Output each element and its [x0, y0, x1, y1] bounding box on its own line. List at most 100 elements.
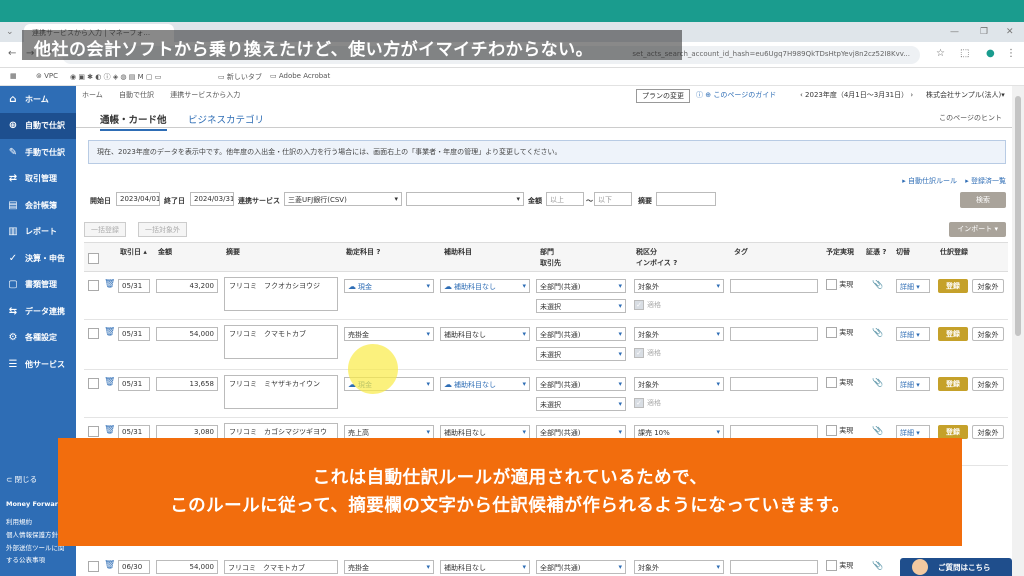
exclude-button[interactable]: 対象外 — [972, 327, 1004, 341]
auto-rule-link[interactable]: ▸ 自動仕訳ルール — [902, 177, 957, 185]
paperclip-icon[interactable]: 📎 — [872, 280, 883, 290]
select-all-checkbox[interactable] — [88, 253, 99, 264]
menu-icon[interactable]: ⋮ — [1006, 48, 1016, 59]
registered-list-link[interactable]: ▸ 登録済一覧 — [965, 177, 1006, 185]
tab-business-category[interactable]: ビジネスカテゴリ — [188, 112, 264, 126]
amount-input[interactable]: 3,080 — [156, 425, 218, 439]
sub-account-select[interactable]: 補助科目なし — [440, 425, 530, 439]
company-selector[interactable]: 株式会社サンプル(法人)▾ — [926, 90, 1005, 100]
detail-button[interactable]: 詳細 ▾ — [896, 279, 930, 293]
help-chat-button[interactable]: ご質問はこちら — [900, 558, 1012, 576]
back-icon[interactable]: ← — [8, 48, 16, 59]
detail-button[interactable]: 詳細 ▾ — [896, 425, 930, 439]
sidebar-item-settings[interactable]: ⚙ 各種設定 — [0, 325, 76, 352]
row-checkbox[interactable] — [88, 426, 99, 437]
amount-input[interactable]: 43,200 — [156, 279, 218, 293]
amount-min-input[interactable]: 以上 — [546, 192, 584, 206]
tab-passbook-card[interactable]: 通帳・カード他 — [100, 112, 167, 131]
register-button[interactable]: 登録 — [938, 425, 968, 439]
memo-input[interactable]: フリコミ クマモトカブ — [224, 560, 338, 574]
account-select[interactable]: 売上高 — [344, 425, 434, 439]
extensions-icon[interactable]: ⬚ — [960, 48, 969, 59]
sidebar-item-auto-journal[interactable]: ⊕ 自動で仕訳 — [0, 112, 76, 139]
row-checkbox[interactable] — [88, 378, 99, 389]
exclude-button[interactable]: 対象外 — [972, 425, 1004, 439]
date-input[interactable]: 05/31 — [118, 377, 150, 391]
footer-privacy-link[interactable]: 個人情報保護方針 — [6, 529, 58, 539]
search-button[interactable]: 検索 — [960, 192, 1006, 208]
tax-select[interactable]: 対象外 — [634, 279, 724, 293]
sidebar-item-home[interactable]: ⌂ ホーム — [0, 86, 76, 113]
sidebar-item-data-link[interactable]: ⇆ データ連携 — [0, 298, 76, 325]
invoice-checkbox[interactable]: ✓ 適格 — [634, 398, 661, 408]
memo-input[interactable]: フリコミ クマモトカブ — [224, 325, 338, 359]
tag-input[interactable] — [730, 279, 818, 293]
invoice-checkbox[interactable]: ✓ 適格 — [634, 348, 661, 358]
end-date-input[interactable]: 2024/03/31 — [190, 192, 234, 206]
dept-select[interactable]: 全部門(共通) — [536, 425, 626, 439]
minimize-icon[interactable]: — — [950, 27, 959, 37]
register-button[interactable]: 登録 — [938, 377, 968, 391]
trash-icon[interactable]: 🗑 — [104, 327, 115, 337]
bookmark-vpc[interactable]: ⊚ VPC — [36, 72, 58, 80]
bookmark-adobe[interactable]: ▭ Adobe Acrobat — [270, 72, 330, 80]
memo-input[interactable]: フリコミ フクオカシヨウジ — [224, 277, 338, 311]
sidebar-item-closing[interactable]: ✓ 決算・申告 — [0, 245, 76, 272]
restore-icon[interactable]: ❐ — [980, 27, 988, 37]
breadcrumb-auto-journal[interactable]: 自動で仕訳 — [119, 91, 154, 99]
date-input[interactable]: 05/31 — [118, 425, 150, 439]
tag-input[interactable] — [730, 425, 818, 439]
profile-icon[interactable]: ● — [986, 48, 995, 59]
dept-select[interactable]: 全部門(共通) — [536, 377, 626, 391]
dept-select[interactable]: 全部門(共通) — [536, 279, 626, 293]
bulk-register-button[interactable]: 一括登録 — [84, 222, 126, 237]
footer-external-link-2[interactable]: する公表事項 — [6, 554, 45, 564]
partner-select[interactable]: 未選択 — [536, 397, 626, 411]
scroll-thumb[interactable] — [1015, 96, 1021, 336]
sub-account-select[interactable]: ☁ 補助科目なし — [440, 377, 530, 391]
row-checkbox[interactable] — [88, 561, 99, 572]
trash-icon[interactable]: 🗑 — [104, 377, 115, 387]
tax-select[interactable]: 対象外 — [634, 327, 724, 341]
tag-input[interactable] — [730, 327, 818, 341]
fiscal-year-selector[interactable]: ‹ 2023年度（4月1日〜3月31日） › — [800, 90, 913, 100]
amount-input[interactable]: 54,000 — [156, 327, 218, 341]
register-button[interactable]: 登録 — [938, 327, 968, 341]
register-button[interactable]: 登録 — [938, 279, 968, 293]
sidebar-item-other-services[interactable]: ☰ 他サービス — [0, 351, 76, 378]
row-checkbox[interactable] — [88, 328, 99, 339]
sidebar-item-transactions[interactable]: ⇄ 取引管理 — [0, 166, 76, 193]
invoice-checkbox[interactable]: ✓ 適格 — [634, 300, 661, 310]
footer-terms-link[interactable]: 利用規約 — [6, 516, 32, 526]
sidebar-item-ledger[interactable]: ▤ 会計帳簿 — [0, 192, 76, 219]
trash-icon[interactable]: 🗑 — [104, 425, 115, 435]
col-date[interactable]: 取引日 ▴ — [120, 247, 147, 257]
paperclip-icon[interactable]: 📎 — [872, 426, 883, 436]
date-input[interactable]: 06/30 — [118, 560, 150, 574]
account-select[interactable]: 売掛金 — [344, 560, 434, 574]
date-input[interactable]: 05/31 — [118, 327, 150, 341]
bulk-exclude-button[interactable]: 一括対象外 — [138, 222, 187, 237]
bookmark-new-tab[interactable]: ▭ 新しいタブ — [218, 72, 262, 82]
tag-input[interactable] — [730, 560, 818, 574]
account-select[interactable]: 売掛金 — [344, 327, 434, 341]
paperclip-icon[interactable]: 📎 — [872, 328, 883, 338]
date-input[interactable]: 05/31 — [118, 279, 150, 293]
start-date-input[interactable]: 2023/04/01 — [116, 192, 160, 206]
partner-select[interactable]: 未選択 — [536, 347, 626, 361]
tax-select[interactable]: 対象外 — [634, 377, 724, 391]
planned-checkbox[interactable]: 実現 — [826, 327, 853, 338]
detail-button[interactable]: 詳細 ▾ — [896, 377, 930, 391]
detail-button[interactable]: 詳細 ▾ — [896, 327, 930, 341]
trash-icon[interactable]: 🗑 — [104, 560, 115, 570]
tab-list-icon[interactable]: ⌄ — [6, 27, 14, 37]
sub-account-select[interactable]: 補助科目なし — [440, 327, 530, 341]
tax-select[interactable]: 課売 10% — [634, 425, 724, 439]
sidebar-item-documents[interactable]: ▢ 書類管理 — [0, 272, 76, 299]
trash-icon[interactable]: 🗑 — [104, 279, 115, 289]
service-select[interactable]: 三菱UFJ銀行(CSV) ▾ — [284, 192, 402, 206]
footer-external-link[interactable]: 外部送信ツールに関 — [6, 542, 65, 552]
row-checkbox[interactable] — [88, 280, 99, 291]
paperclip-icon[interactable]: 📎 — [872, 378, 883, 388]
tag-input[interactable] — [730, 377, 818, 391]
